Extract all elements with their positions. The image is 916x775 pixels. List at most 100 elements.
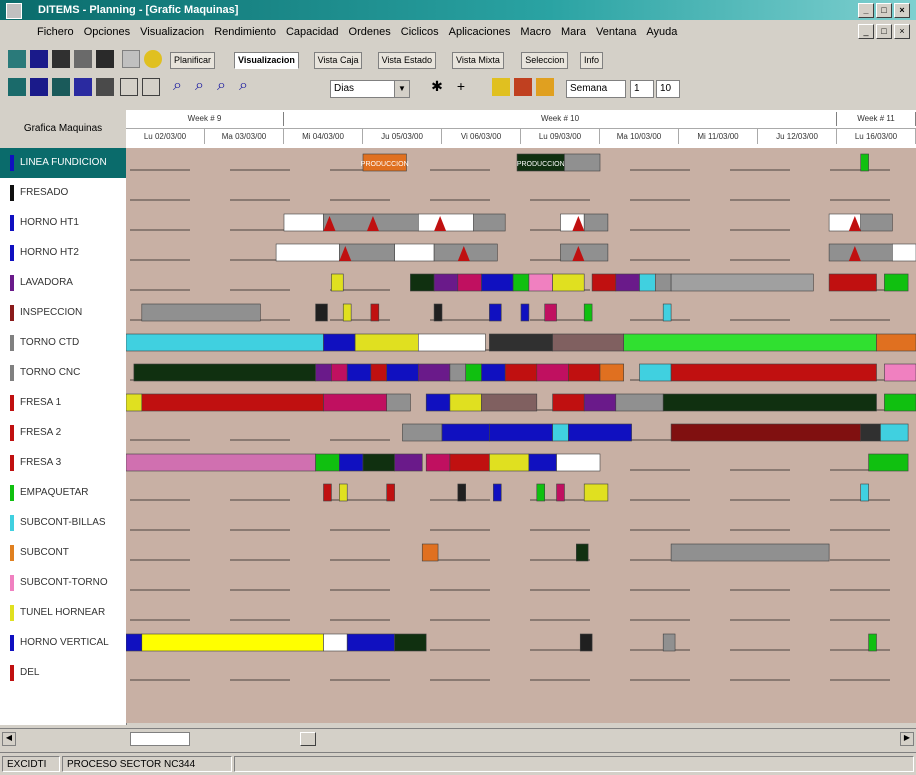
task-bar[interactable] [616,274,640,291]
resource-row[interactable]: EMPAQUETAR [0,478,126,508]
tab-vista-caja[interactable]: Vista Caja [314,52,363,69]
scroll-handle[interactable] [300,732,316,746]
copy-icon[interactable] [122,50,140,68]
task-bar[interactable] [426,454,450,471]
menu-aplicaciones[interactable]: Aplicaciones [444,26,516,38]
gantt-chart[interactable]: PRODUCCIONPRODUCCION [126,148,916,723]
arrow-icon[interactable] [52,78,70,96]
task-bar[interactable] [395,454,423,471]
mdi-close-button[interactable]: × [894,24,910,39]
menu-mara[interactable]: Mara [556,26,591,38]
resource-row[interactable]: FRESA 2 [0,418,126,448]
task-bar[interactable] [403,424,443,441]
resource-row[interactable]: FRESADO [0,178,126,208]
task-bar[interactable] [537,484,545,501]
task-bar[interactable] [884,364,916,381]
menu-opciones[interactable]: Opciones [79,26,135,38]
task-bar[interactable] [142,634,324,651]
task-bar[interactable] [458,274,482,291]
task-bar[interactable] [529,274,553,291]
menu-macro[interactable]: Macro [515,26,556,38]
task-bar[interactable] [640,274,656,291]
add-icon[interactable]: + [452,78,470,96]
zoom-reset-icon[interactable]: ⌕ [238,78,256,96]
flag-icon[interactable] [96,50,114,68]
task-bar[interactable] [324,484,332,501]
tab-vista-mixta[interactable]: Vista Mixta [452,52,504,69]
menu-ayuda[interactable]: Ayuda [641,26,682,38]
task-bar[interactable] [426,394,450,411]
scroll-right-icon[interactable]: ▶ [900,732,914,746]
scroll-thumb[interactable] [130,732,190,746]
task-bar[interactable] [584,394,616,411]
resource-row[interactable]: HORNO HT2 [0,238,126,268]
task-bar[interactable] [418,214,473,231]
resource-row[interactable]: INSPECCION [0,298,126,328]
task-bar[interactable] [600,364,624,381]
task-bar[interactable] [339,484,347,501]
task-bar[interactable] [347,634,394,651]
task-bar[interactable] [442,424,489,441]
close-button[interactable]: × [894,3,910,18]
task-bar[interactable] [505,364,537,381]
task-bar[interactable] [450,454,490,471]
task-bar[interactable] [537,364,569,381]
task-bar[interactable] [545,304,557,321]
task-bar[interactable] [829,274,876,291]
task-bar[interactable] [557,484,565,501]
task-bar[interactable] [284,214,324,231]
task-bar[interactable] [434,274,458,291]
tab-vista-estado[interactable]: Vista Estado [378,52,436,69]
task-bar[interactable] [422,544,438,561]
task-bar[interactable] [663,634,675,651]
task-bar[interactable] [387,484,395,501]
zoom-fit-icon[interactable]: ⌕ [216,78,234,96]
grid-icon[interactable] [8,78,26,96]
task-bar[interactable] [450,364,466,381]
lock-icon[interactable] [536,78,554,96]
task-bar[interactable] [482,274,514,291]
menu-fichero[interactable]: Fichero [32,26,79,38]
task-bar[interactable] [553,274,585,291]
task-bar[interactable] [482,364,506,381]
task-bar[interactable] [671,364,876,381]
date-value2-field[interactable]: 10 [656,80,680,98]
menu-rendimiento[interactable]: Rendimiento [209,26,281,38]
task-bar[interactable] [474,214,506,231]
task-bar[interactable] [489,424,552,441]
task-bar[interactable] [134,364,316,381]
zoom-select[interactable]: Dias ▼ [330,80,410,98]
save-icon[interactable] [52,50,70,68]
task-bar[interactable] [521,304,529,321]
task-bar[interactable] [450,394,482,411]
zoom-in-icon[interactable]: ⌕ [172,78,190,96]
task-bar[interactable] [418,334,485,351]
task-bar[interactable] [861,214,893,231]
resource-row[interactable]: TORNO CNC [0,358,126,388]
task-bar[interactable] [576,544,588,561]
task-bar[interactable] [493,484,501,501]
task-bar[interactable] [331,364,347,381]
menu-ventana[interactable]: Ventana [591,26,641,38]
filter-icon[interactable] [492,78,510,96]
bars-icon[interactable] [74,78,92,96]
tab-planificar[interactable]: Planificar [170,52,215,69]
task-bar[interactable] [489,454,529,471]
task-bar[interactable] [387,364,419,381]
help-icon[interactable] [144,50,162,68]
task-bar[interactable] [126,454,316,471]
task-bar[interactable] [324,334,356,351]
window-icon[interactable] [120,78,138,96]
task-bar[interactable] [568,364,600,381]
task-bar[interactable] [584,304,592,321]
task-bar[interactable] [663,394,876,411]
open-icon[interactable] [30,50,48,68]
task-bar[interactable] [316,364,332,381]
task-bar[interactable] [347,364,371,381]
task-bar[interactable] [529,454,557,471]
task-bar[interactable] [616,394,663,411]
task-bar[interactable] [829,244,892,261]
menu-capacidad[interactable]: Capacidad [281,26,344,38]
resource-row[interactable]: FRESA 3 [0,448,126,478]
task-bar[interactable] [339,454,363,471]
